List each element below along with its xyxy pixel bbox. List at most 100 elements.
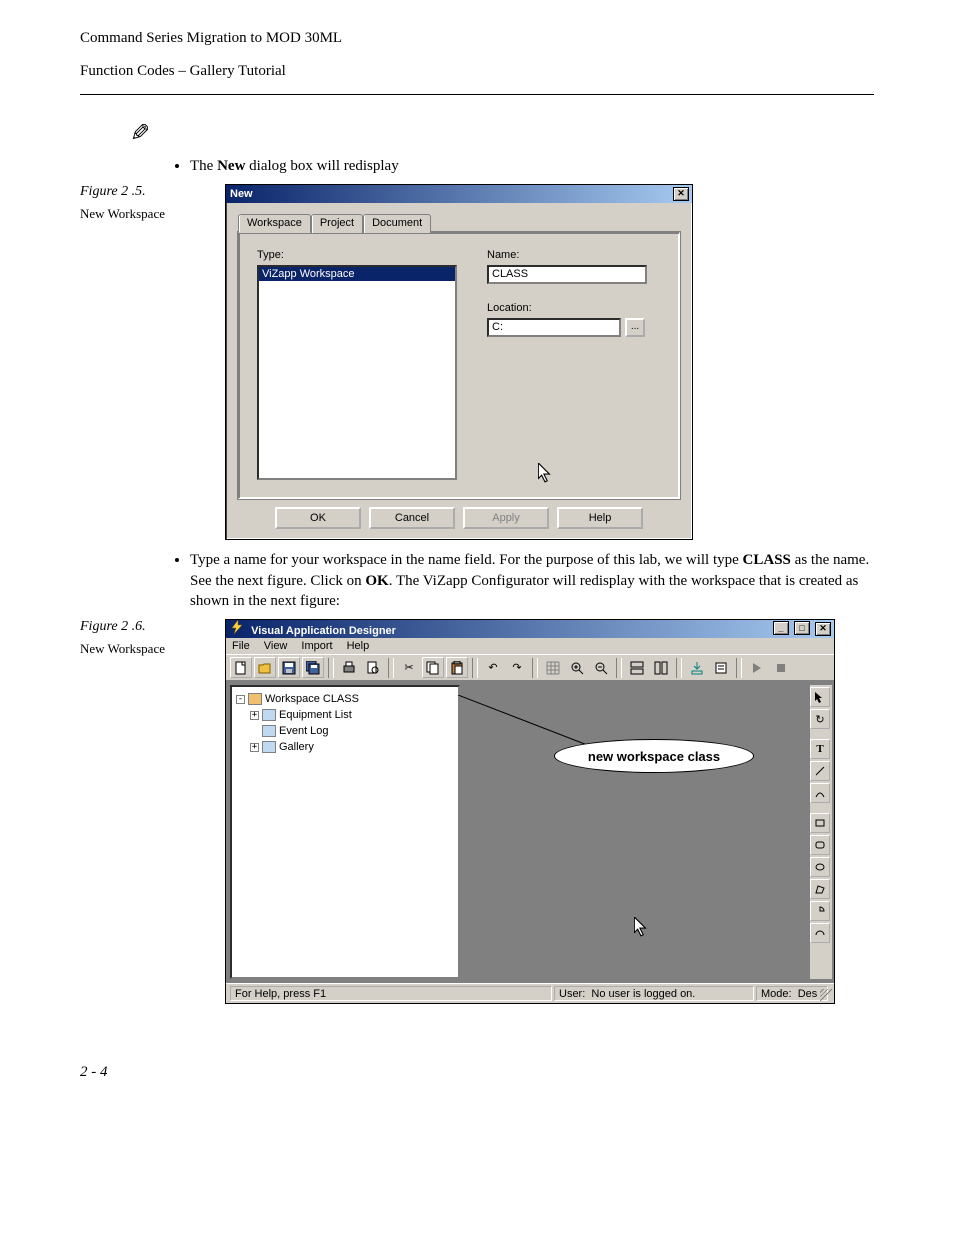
ellipse-tool-icon[interactable] — [810, 857, 830, 877]
close-icon[interactable]: ✕ — [673, 187, 689, 201]
minimize-icon[interactable]: _ — [773, 621, 789, 635]
figure-caption: New Workspace — [80, 641, 225, 657]
tree-label: Gallery — [279, 741, 314, 753]
status-bar: For Help, press F1 User: No user is logg… — [226, 983, 834, 1003]
arc-tool-icon[interactable] — [810, 783, 830, 803]
doc-icon — [262, 741, 276, 753]
print-preview-icon[interactable] — [362, 657, 384, 678]
dialog-title: New — [230, 188, 253, 200]
print-icon[interactable] — [338, 657, 360, 678]
location-label: Location: — [487, 302, 661, 314]
status-help-text: For Help, press F1 — [230, 986, 552, 1001]
menu-bar: File View Import Help — [226, 638, 834, 654]
doc-header-subtitle: Function Codes – Gallery Tutorial — [80, 63, 874, 80]
name-label: Name: — [487, 249, 661, 261]
tab-bar: Workspace Project Document — [238, 213, 680, 233]
toolbar: ✂ ↶ ↷ — [226, 654, 834, 681]
tree-root[interactable]: - Workspace CLASS — [236, 691, 454, 707]
vad-titlebar: Visual Application Designer _ □ ✕ — [226, 620, 834, 638]
figure-caption: New Workspace — [80, 206, 225, 222]
menu-file[interactable]: File — [232, 640, 250, 652]
grid-icon[interactable] — [542, 657, 564, 678]
type-listbox[interactable]: ViZapp Workspace — [257, 265, 457, 480]
tree-label: Event Log — [279, 725, 329, 737]
run-icon[interactable] — [746, 657, 768, 678]
polygon-tool-icon[interactable] — [810, 879, 830, 899]
cancel-button[interactable]: Cancel — [369, 507, 455, 529]
type-list-item[interactable]: ViZapp Workspace — [259, 267, 455, 281]
stop-icon[interactable] — [770, 657, 792, 678]
collapse-icon[interactable]: - — [236, 695, 245, 704]
rotate-tool-icon[interactable]: ↻ — [810, 709, 830, 729]
copy-icon[interactable] — [422, 657, 444, 678]
help-button[interactable]: Help — [557, 507, 643, 529]
undo-icon[interactable]: ↶ — [482, 657, 504, 678]
line-tool-icon[interactable] — [810, 761, 830, 781]
properties-icon[interactable] — [710, 657, 732, 678]
status-mode: Mode: Des — [756, 986, 828, 1001]
cursor-icon — [538, 463, 552, 483]
name-field[interactable]: CLASS — [487, 265, 647, 284]
tree-label: Workspace CLASS — [265, 693, 359, 705]
open-icon[interactable] — [254, 657, 276, 678]
menu-import[interactable]: Import — [301, 640, 332, 652]
expand-icon[interactable]: + — [250, 743, 259, 752]
zoom-in-icon[interactable] — [566, 657, 588, 678]
bullet-item: Type a name for your workspace in the na… — [190, 550, 874, 611]
paste-icon[interactable] — [446, 657, 468, 678]
ok-button[interactable]: OK — [275, 507, 361, 529]
pointer-tool-icon[interactable] — [810, 687, 830, 707]
browse-button[interactable]: ... — [625, 318, 645, 337]
tree-pane[interactable]: - Workspace CLASS + Equipment List Event… — [230, 685, 460, 979]
tile-vertical-icon[interactable] — [650, 657, 672, 678]
figure-number: Figure 2 .5. — [80, 184, 225, 200]
tree-node[interactable]: + Gallery — [236, 739, 454, 755]
close-icon[interactable]: ✕ — [815, 622, 831, 636]
bullet-item: The New dialog box will redisplay — [190, 156, 874, 176]
tab-document[interactable]: Document — [363, 214, 431, 233]
workspace-icon — [248, 693, 262, 705]
maximize-icon[interactable]: □ — [794, 621, 810, 635]
tree-node[interactable]: Event Log — [236, 723, 454, 739]
app-icon — [230, 620, 244, 634]
cut-icon[interactable]: ✂ — [398, 657, 420, 678]
rectangle-tool-icon[interactable] — [810, 813, 830, 833]
save-icon[interactable] — [278, 657, 300, 678]
page-number: 2 - 4 — [80, 1064, 874, 1081]
figure-number: Figure 2 .6. — [80, 619, 225, 635]
dialog-titlebar: New ✕ — [226, 185, 692, 203]
tile-horizontal-icon[interactable] — [626, 657, 648, 678]
new-icon[interactable] — [230, 657, 252, 678]
menu-view[interactable]: View — [264, 640, 288, 652]
location-field[interactable]: C: — [487, 318, 621, 337]
vad-window: Visual Application Designer _ □ ✕ File V… — [225, 619, 835, 1004]
vad-title: Visual Application Designer — [251, 625, 396, 637]
apply-button: Apply — [463, 507, 549, 529]
zoom-out-icon[interactable] — [590, 657, 612, 678]
pencil-icon: ✎ — [130, 119, 150, 148]
status-user: User: No user is logged on. — [554, 986, 754, 1001]
redo-icon[interactable]: ↷ — [506, 657, 528, 678]
rounded-rect-tool-icon[interactable] — [810, 835, 830, 855]
pie-tool-icon[interactable] — [810, 901, 830, 921]
bullet-list-2: Type a name for your workspace in the na… — [190, 550, 874, 611]
tree-label: Equipment List — [279, 709, 352, 721]
tree-node[interactable]: + Equipment List — [236, 707, 454, 723]
tool-palette: ↻ T — [810, 685, 832, 979]
callout-bubble: new workspace class — [554, 739, 754, 773]
doc-icon — [262, 725, 276, 737]
text-tool-icon[interactable]: T — [810, 739, 830, 759]
type-label: Type: — [257, 249, 457, 261]
tab-workspace[interactable]: Workspace — [238, 214, 311, 233]
save-all-icon[interactable] — [302, 657, 324, 678]
doc-header-title: Command Series Migration to MOD 30ML — [80, 30, 874, 47]
canvas-area[interactable]: new workspace class — [464, 685, 806, 979]
download-icon[interactable] — [686, 657, 708, 678]
chord-tool-icon[interactable] — [810, 923, 830, 943]
menu-help[interactable]: Help — [347, 640, 370, 652]
resize-grip-icon[interactable] — [820, 989, 832, 1001]
doc-icon — [262, 709, 276, 721]
expand-icon[interactable]: + — [250, 711, 259, 720]
new-dialog: New ✕ Workspace Project Document Type: V… — [225, 184, 693, 540]
tab-project[interactable]: Project — [311, 214, 363, 233]
